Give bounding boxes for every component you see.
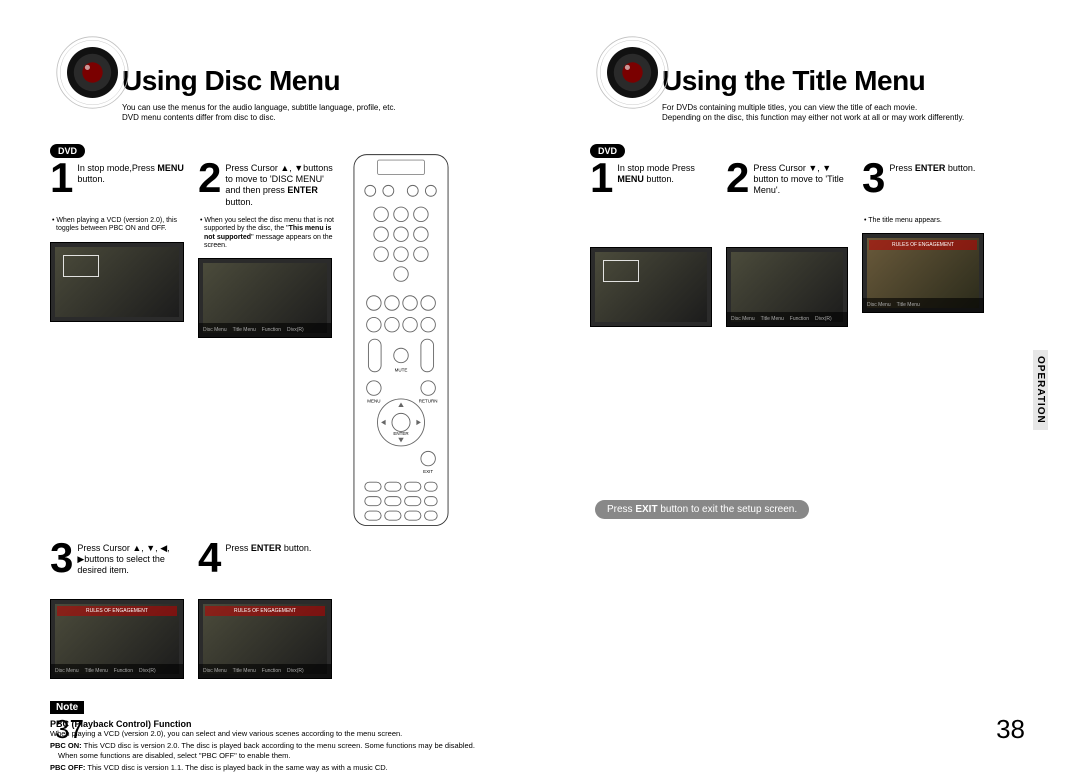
l: Disc Menu <box>867 302 891 308</box>
note-on: PBC ON: This VCD disc is version 2.0. Th… <box>50 741 490 760</box>
steps-row-1: 1 In stop mode,Press MENU button. • When… <box>50 159 490 531</box>
step-illustration: RULES OF ENGAGEMENT Disc Menu Title Menu <box>862 233 984 313</box>
page-left: Using Disc Menu You can use the menus fo… <box>0 0 540 763</box>
l: Disc Menu <box>731 316 755 322</box>
spacer <box>590 217 718 239</box>
note-title: PBC (Playback Control) Function <box>50 719 490 729</box>
spacer <box>726 217 854 239</box>
t: button. <box>281 543 311 553</box>
page-number: 37 <box>55 714 84 745</box>
t: button. <box>225 197 253 207</box>
step-number: 3 <box>862 159 885 197</box>
l: Divx(R) <box>287 327 304 333</box>
t: Press <box>889 163 915 173</box>
step-text-b: MENU <box>157 163 184 173</box>
t: EXIT <box>635 504 657 515</box>
l: Disc Menu <box>55 668 79 674</box>
t: button. <box>644 174 674 184</box>
l: Title Menu <box>233 327 256 333</box>
t: ENTER <box>287 185 318 195</box>
step-illustration: Disc Menu Title Menu Function Divx(R) <box>726 247 848 327</box>
step-bullet: • When playing a VCD (version 2.0), this… <box>50 217 190 234</box>
step-illustration <box>50 242 184 322</box>
step-3: 3 Press Cursor ▲, ▼, ◀, ▶buttons to sele… <box>50 539 190 679</box>
l: Title Menu <box>85 668 108 674</box>
step-2: 2 Press Cursor ▲, ▼buttons to move to 'D… <box>198 159 338 531</box>
return-label: RETURN <box>419 398 438 403</box>
step-text: Press ENTER button. <box>225 539 311 554</box>
step-number: 3 <box>50 539 73 577</box>
l: Title Menu <box>233 668 256 674</box>
l: Divx(R) <box>287 668 304 674</box>
t: Press <box>225 543 251 553</box>
step-text: Press Cursor ▲, ▼buttons to move to 'DIS… <box>225 159 338 208</box>
l: Title Menu <box>761 316 784 322</box>
step-illustration <box>590 247 712 327</box>
exit-note: Press EXIT button to exit the setup scre… <box>595 500 809 519</box>
t: Press <box>607 504 635 515</box>
step-number: 2 <box>726 159 749 197</box>
step-text: In stop mode Press MENU button. <box>617 159 718 186</box>
l: Divx(R) <box>139 668 156 674</box>
step-number: 1 <box>590 159 613 197</box>
step-bullet: • When you select the disc menu that is … <box>198 217 338 251</box>
step-bullet: • The title menu appears. <box>862 217 990 225</box>
step-illustration: RULES OF ENGAGEMENT Disc Menu Title Menu… <box>50 599 184 679</box>
step-number: 1 <box>50 159 73 197</box>
mute-label: MUTE <box>395 368 408 373</box>
step-1: 1 In stop mode,Press MENU button. • When… <box>50 159 190 531</box>
t: button. <box>945 163 975 173</box>
steps-row-2: 3 Press Cursor ▲, ▼, ◀, ▶buttons to sele… <box>50 539 490 679</box>
l: Disc Menu <box>203 327 227 333</box>
manual-spread: Using Disc Menu You can use the menus fo… <box>0 0 1080 763</box>
remote-diagram: MUTE MENU RETURN ENTER EXIT <box>346 151 456 531</box>
l: Divx(R) <box>815 316 832 322</box>
section-tab: OPERATION <box>1033 350 1048 430</box>
speaker-icon <box>590 30 675 120</box>
step-number: 4 <box>198 539 221 577</box>
menu-label: MENU <box>367 398 380 403</box>
page-right: Using the Title Menu For DVDs containing… <box>540 0 1080 763</box>
l: Title Menu <box>897 302 920 308</box>
t: PBC OFF: <box>50 763 85 772</box>
t: MENU <box>617 174 644 184</box>
enter-label: ENTER <box>393 431 409 436</box>
l: Function <box>262 327 281 333</box>
t: ENTER <box>251 543 282 553</box>
l: Disc Menu <box>203 668 227 674</box>
step-text-a: In stop mode,Press <box>77 163 155 173</box>
step-4: 4 Press ENTER button. RULES OF ENGAGEMEN… <box>198 539 338 679</box>
l: Function <box>790 316 809 322</box>
step-illustration: Disc Menu Title Menu Function Divx(R) <box>198 258 332 338</box>
step-1: 1 In stop mode Press MENU button. <box>590 159 718 327</box>
exit-label: EXIT <box>423 469 433 474</box>
page-subtitle: You can use the menus for the audio lang… <box>122 103 490 124</box>
t: This VCD disc is version 2.0. The disc i… <box>58 741 475 759</box>
step-text: In stop mode,Press MENU button. <box>77 159 190 186</box>
t: This VCD disc is version 1.1. The disc i… <box>85 763 387 772</box>
page-number: 38 <box>996 714 1025 745</box>
page-title: Using Disc Menu <box>122 65 490 97</box>
page-title: Using the Title Menu <box>662 65 1030 97</box>
note-intro: When playing a VCD (version 2.0), you ca… <box>50 729 490 738</box>
note-badge: Note <box>50 701 84 714</box>
l: Function <box>114 668 133 674</box>
t: In stop mode Press <box>617 163 695 173</box>
note-off: PBC OFF: This VCD disc is version 1.1. T… <box>50 763 490 772</box>
l: Function <box>262 668 281 674</box>
step-3: 3 Press ENTER button. • The title menu a… <box>862 159 990 327</box>
page-subtitle: For DVDs containing multiple titles, you… <box>662 103 1030 124</box>
step-2: 2 Press Cursor ▼, ▼ button to move to 'T… <box>726 159 854 327</box>
step-text: Press Cursor ▲, ▼, ◀, ▶buttons to select… <box>77 539 190 577</box>
note-block: Note PBC (Playback Control) Function Whe… <box>50 697 490 772</box>
steps-row: 1 In stop mode Press MENU button. 2 Pres… <box>590 159 1030 327</box>
speaker-icon <box>50 30 135 120</box>
step-text: Press Cursor ▼, ▼ button to move to 'Tit… <box>753 159 854 197</box>
step-text-c: button. <box>77 174 105 184</box>
step-illustration: RULES OF ENGAGEMENT Disc Menu Title Menu… <box>198 599 332 679</box>
t: button to exit the setup screen. <box>658 504 798 515</box>
step-number: 2 <box>198 159 221 197</box>
t: ENTER <box>915 163 946 173</box>
step-text: Press ENTER button. <box>889 159 975 174</box>
